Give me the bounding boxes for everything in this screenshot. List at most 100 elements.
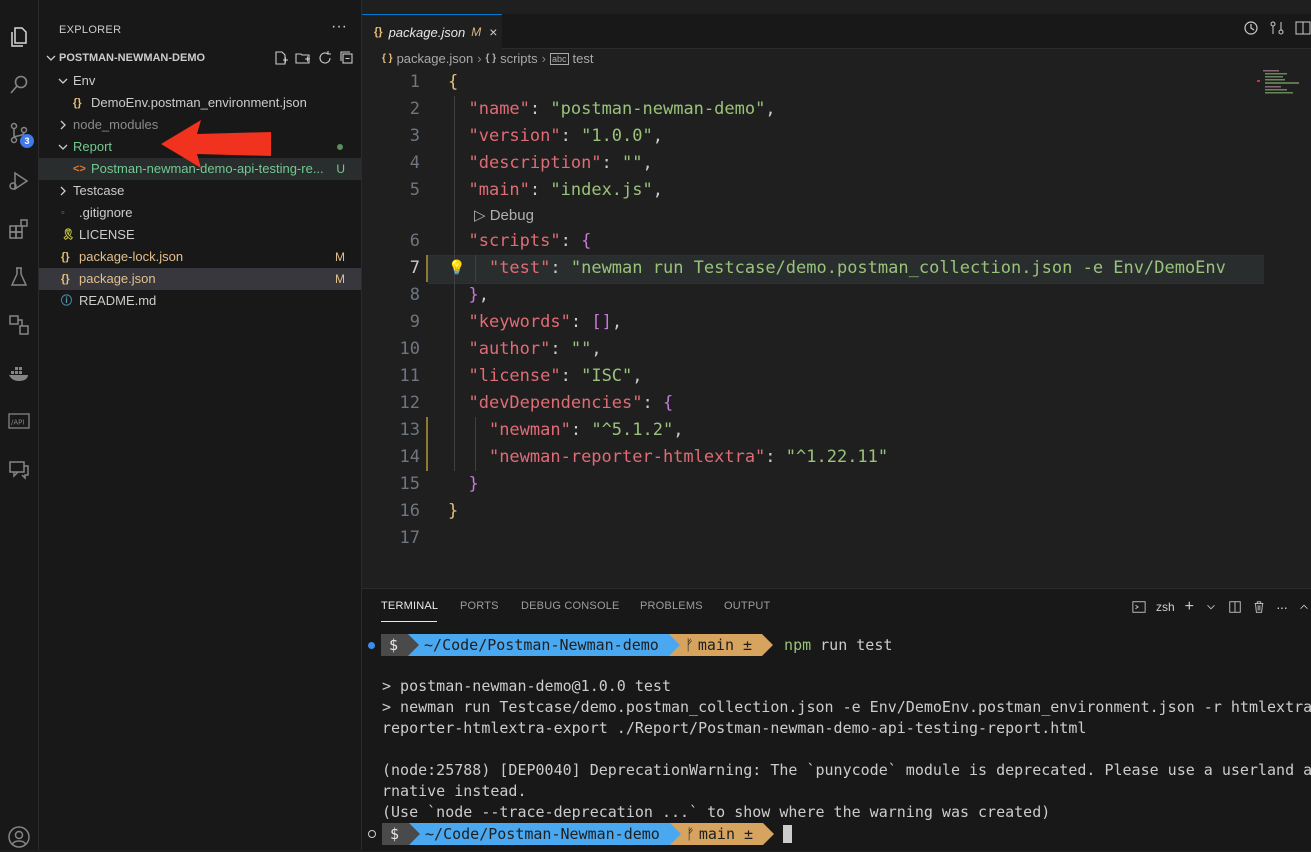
object-icon: { } — [485, 53, 497, 64]
html-file-icon: <> — [73, 163, 86, 175]
code-token: : — [560, 126, 582, 146]
code-text: "test": "newman run Testcase/demo.postma… — [448, 255, 1226, 282]
prompt-path: ~/Code/Postman-Newman-demo — [409, 823, 681, 845]
terminal-output-line: > postman-newman-demo@1.0.0 test — [382, 677, 671, 695]
json-file-icon: {} — [73, 97, 82, 109]
git-status-mark: M — [335, 250, 345, 264]
file-license[interactable]: 🎗 LICENSE — [39, 224, 361, 246]
folder-label: Report — [73, 139, 113, 154]
prompt-path: ~/Code/Postman-Newman-demo — [408, 634, 680, 656]
codelens-debug[interactable]: ▷ Debug — [474, 206, 534, 224]
split-editor-icon[interactable] — [1295, 20, 1311, 36]
code-token: : — [570, 312, 592, 332]
more-icon[interactable]: ··· — [1276, 599, 1288, 615]
folder-label: Testcase — [73, 183, 125, 198]
code-line: 7 "test": "newman run Testcase/demo.post… — [362, 255, 1311, 282]
file-demoenv-postman-environment-json[interactable]: {} DemoEnv.postman_environment.json — [39, 92, 361, 114]
folder-testcase[interactable]: Testcase — [39, 180, 361, 202]
file-package-lock-json[interactable]: {} package-lock.json M — [39, 246, 361, 268]
code-text: "author": "", — [448, 336, 602, 363]
file-readme-md[interactable]: ⓘ README.md — [39, 290, 361, 312]
code-text: }, — [448, 282, 489, 309]
line-number: 5 — [409, 180, 420, 200]
code-token: "main" — [468, 180, 530, 200]
search-icon[interactable] — [4, 70, 34, 100]
folder-env[interactable]: Env — [39, 70, 361, 92]
code-token: "test" — [488, 258, 551, 278]
new-folder-icon[interactable] — [295, 50, 311, 66]
active-tab-indicator — [381, 621, 437, 622]
terminal-cursor — [783, 825, 793, 843]
run-debug-icon[interactable] — [4, 166, 34, 196]
testing-flask-icon[interactable] — [4, 262, 34, 292]
tab-debug-console[interactable]: DEBUG CONSOLE — [521, 600, 620, 612]
compare-changes-icon[interactable] — [1269, 20, 1285, 36]
code-token: , — [632, 366, 643, 386]
new-terminal-icon[interactable]: + — [1185, 598, 1194, 616]
docker-icon[interactable] — [4, 358, 34, 388]
git-status-mark: M — [335, 272, 345, 286]
lightbulb-icon[interactable]: 💡 — [448, 255, 465, 282]
new-file-icon[interactable] — [273, 50, 289, 66]
workspace-root-label: POSTMAN-NEWMAN-DEMO — [59, 52, 206, 64]
tab-ports[interactable]: PORTS — [460, 600, 499, 612]
refresh-icon[interactable] — [317, 50, 333, 66]
tab-modified-mark: M — [471, 25, 482, 39]
terminal-output-line: reporter-htmlextra-export ./Report/Postm… — [382, 719, 1087, 737]
api-icon[interactable]: /API — [4, 406, 34, 436]
folder-label: node_modules — [73, 117, 159, 132]
file-label: package-lock.json — [79, 249, 184, 264]
breadcrumb-leaf[interactable]: test — [573, 51, 594, 66]
code-line: 3 "version": "1.0.0", — [362, 123, 1311, 150]
tab-terminal[interactable]: TERMINAL — [381, 600, 438, 612]
code-token: , — [478, 285, 489, 305]
code-token: "newman" — [488, 420, 571, 440]
code-token: , — [591, 339, 602, 359]
code-line: 6 "scripts": { — [362, 228, 1311, 255]
shell-name[interactable]: zsh — [1156, 600, 1175, 614]
minimap[interactable] — [1257, 70, 1299, 100]
timeline-icon[interactable] — [1243, 20, 1259, 36]
tab-package-json[interactable]: {} package.json M × — [362, 14, 502, 49]
chat-icon[interactable] — [4, 454, 34, 484]
code-token: "keywords" — [468, 312, 571, 332]
tab-output[interactable]: OUTPUT — [724, 600, 770, 612]
split-terminal-icon[interactable] — [1228, 600, 1242, 614]
trash-icon[interactable] — [1252, 600, 1266, 614]
code-token: "description" — [468, 153, 602, 173]
tab-problems[interactable]: PROBLEMS — [640, 600, 703, 612]
code-text: "newman": "^5.1.2", — [448, 417, 684, 444]
account-icon[interactable] — [4, 822, 34, 852]
tab-label: package.json — [388, 24, 466, 40]
code-token: , — [652, 126, 663, 146]
collapse-all-icon[interactable] — [339, 50, 355, 66]
code-token: : — [601, 153, 623, 173]
remote-explorer-icon[interactable] — [4, 310, 34, 340]
source-control-icon[interactable]: 3 — [4, 118, 34, 148]
code-token: [] — [591, 312, 612, 332]
chevron-down-icon[interactable] — [1204, 600, 1218, 614]
breadcrumb-section[interactable]: scripts — [500, 51, 538, 66]
file-package-json[interactable]: {} package.json M — [39, 268, 361, 290]
breadcrumb-file[interactable]: package.json — [397, 51, 474, 66]
code-token: : — [560, 366, 582, 386]
extensions-icon[interactable] — [4, 214, 34, 244]
explorer-more-icon[interactable]: ··· — [331, 18, 347, 36]
code-token: "newman-reporter-htmlextra" — [488, 447, 766, 467]
code-token: "devDependencies" — [468, 393, 643, 413]
workspace-root[interactable]: POSTMAN-NEWMAN-DEMO — [39, 48, 361, 70]
code-token: : — [560, 231, 582, 251]
close-icon[interactable]: × — [489, 24, 497, 40]
code-text: { — [448, 69, 458, 96]
explorer-icon[interactable] — [4, 22, 34, 52]
json-file-icon: {} — [61, 273, 70, 285]
code-token: : — [550, 258, 571, 278]
terminal-icon — [1132, 601, 1146, 613]
maximize-panel-icon[interactable] — [1297, 600, 1311, 614]
file-gitignore[interactable]: ◦ .gitignore — [39, 202, 361, 224]
